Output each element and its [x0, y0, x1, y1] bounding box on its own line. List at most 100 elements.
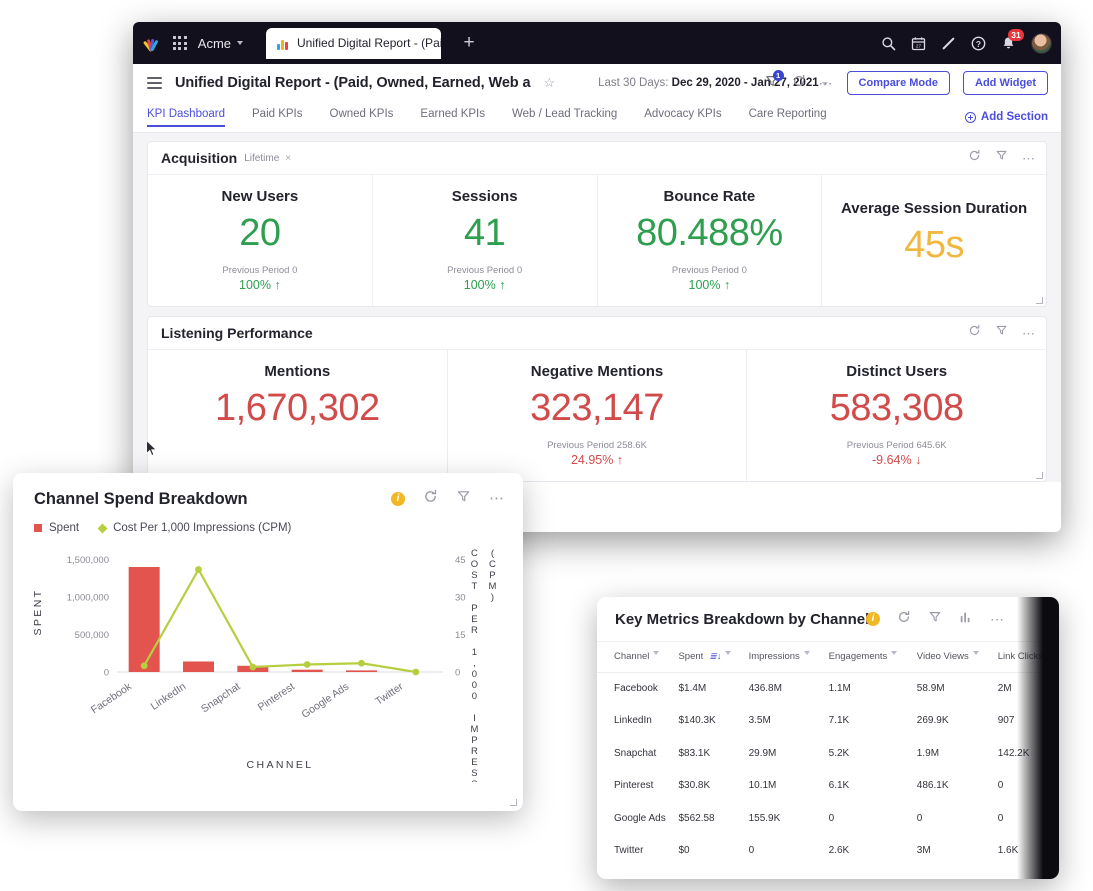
kpi-mentions: Mentions 1,670,302 — [148, 350, 448, 481]
cell-spent: $83.1K — [678, 747, 711, 759]
info-icon[interactable]: i — [866, 612, 880, 626]
filter-icon[interactable] — [928, 610, 942, 629]
report-favicon-icon — [277, 37, 290, 50]
add-widget-button[interactable]: Add Widget — [963, 71, 1048, 95]
resize-handle[interactable] — [1036, 297, 1043, 304]
tab-advocacy-kpis[interactable]: Advocacy KPIs — [644, 108, 721, 127]
tab-earned-kpis[interactable]: Earned KPIs — [420, 108, 485, 127]
column-header-spent[interactable]: Spent ≣↓ — [678, 642, 749, 673]
app-logo-icon — [142, 34, 162, 53]
chart-line-point[interactable] — [303, 661, 311, 668]
tab-kpi-dashboard[interactable]: KPI Dashboard — [147, 108, 225, 127]
chart-bar[interactable] — [291, 669, 323, 672]
filter-icon[interactable] — [456, 489, 471, 509]
cell-channel: Facebook — [614, 682, 658, 694]
refresh-icon[interactable] — [897, 610, 911, 629]
resize-handle[interactable] — [1036, 472, 1043, 479]
chart-line-point[interactable] — [358, 659, 365, 667]
x-axis-tick-label: LinkedIn — [149, 680, 189, 712]
app-switcher-icon[interactable] — [173, 36, 187, 50]
key-metrics-card: Key Metrics Breakdown by Channel i ⋯ Cha… — [597, 597, 1059, 879]
table-row[interactable]: Twitter $0 0 2.6K 3M 1.6K — [597, 835, 1059, 868]
chart-line-point[interactable] — [195, 566, 202, 573]
info-icon[interactable]: i — [391, 492, 405, 506]
browser-tab[interactable]: Unified Digital Report - (Pai — [266, 27, 442, 59]
chart-bar[interactable] — [183, 661, 214, 672]
kpi-value: 323,147 — [530, 387, 664, 429]
favorite-star-icon[interactable]: ☆ — [543, 75, 555, 91]
cell-engagements: 6.1K — [828, 780, 850, 792]
chart-line-point[interactable] — [249, 663, 257, 671]
filter-button[interactable]: 1 — [765, 69, 784, 93]
listening-title: Listening Performance — [161, 325, 313, 341]
bell-icon[interactable]: 31 — [1001, 28, 1024, 51]
more-icon[interactable]: ⋯ — [1022, 152, 1035, 165]
bar-chart-icon[interactable] — [959, 610, 973, 629]
key-metrics-tools: i ⋯ — [866, 610, 1004, 629]
titlebar-right: 27 ? 31 — [881, 22, 1052, 64]
tab-owned-kpis[interactable]: Owned KPIs — [330, 108, 394, 127]
menu-icon[interactable] — [147, 77, 162, 89]
refresh-icon[interactable] — [792, 74, 806, 93]
tab-care-reporting[interactable]: Care Reporting — [749, 108, 827, 127]
table-row[interactable]: Facebook $1.4M 436.8M 1.1M 58.9M 2M — [597, 672, 1059, 705]
filter-icon[interactable] — [995, 324, 1008, 342]
kpi-distinct-users: Distinct Users 583,308 Previous Period 6… — [747, 350, 1046, 481]
column-header-video-views[interactable]: Video Views — [916, 642, 998, 673]
key-metrics-header: Key Metrics Breakdown by Channel i ⋯ — [597, 597, 1059, 642]
table-row[interactable]: Pinterest $30.8K 10.1M 6.1K 486.1K 0 — [597, 770, 1059, 803]
column-header-channel[interactable]: Channel — [597, 642, 679, 673]
cell-engagements: 2.6K — [828, 845, 850, 857]
refresh-icon[interactable] — [968, 324, 981, 342]
resize-handle[interactable] — [510, 799, 517, 806]
kpi-previous: Previous Period 0 — [671, 265, 747, 276]
kpi-label: Distinct Users — [846, 363, 948, 380]
table-row[interactable]: LinkedIn $140.3K 3.5M 7.1K 269.9K 907 — [597, 705, 1059, 738]
column-header-impressions[interactable]: Impressions — [748, 642, 829, 673]
help-icon[interactable]: ? — [971, 36, 986, 51]
spend-card-title: Channel Spend Breakdown — [34, 489, 248, 508]
more-icon[interactable]: ⋯ — [489, 491, 504, 506]
column-header-engagements[interactable]: Engagements — [828, 642, 917, 673]
org-selector[interactable]: Acme — [198, 36, 244, 51]
tab-paid-kpis[interactable]: Paid KPIs — [252, 108, 303, 127]
cell-engagements: 1.1M — [828, 682, 851, 694]
kpi-label: Mentions — [264, 363, 331, 380]
pencil-icon[interactable] — [941, 36, 956, 51]
sort-descending-icon: ≣↓ — [709, 651, 722, 661]
cell-channel: Snapchat — [614, 747, 657, 759]
cell-impressions: 29.9M — [748, 747, 777, 759]
x-axis-tick-label: Twitter — [373, 680, 406, 708]
more-icon[interactable]: ⋯ — [1022, 327, 1035, 340]
avatar[interactable] — [1031, 32, 1052, 54]
kpi-sessions: Sessions 41 Previous Period 0 100% ↑ — [373, 175, 598, 306]
refresh-icon[interactable] — [423, 489, 438, 509]
more-icon[interactable]: ⋯ — [990, 612, 1004, 626]
filter-icon[interactable] — [995, 149, 1008, 167]
chart-bar[interactable] — [128, 567, 160, 672]
key-metrics-title: Key Metrics Breakdown by Channel — [615, 610, 870, 628]
compare-mode-button[interactable]: Compare Mode — [846, 71, 950, 95]
chevron-down-icon — [890, 651, 897, 655]
chart-line-point[interactable] — [412, 668, 420, 676]
listening-kpis: Mentions 1,670,302 Negative Mentions 323… — [148, 350, 1046, 481]
table-row[interactable]: Google Ads $562.58 155.9K 0 0 0 — [597, 803, 1059, 836]
search-icon[interactable] — [881, 36, 896, 51]
plus-circle-icon — [964, 111, 976, 123]
cell-spent: $30.8K — [678, 780, 711, 792]
titlebar-left: Acme Unified Digital Report - (Pai + — [133, 22, 486, 64]
browser-titlebar: Acme Unified Digital Report - (Pai + 27 … — [133, 22, 1061, 64]
report-header-actions: 1 ⋯ Compare Mode Add Widget — [765, 69, 1048, 95]
new-tab-button[interactable]: + — [452, 28, 486, 59]
tab-web-lead-tracking[interactable]: Web / Lead Tracking — [512, 108, 617, 127]
table-row[interactable]: Snapchat $83.1K 29.9M 5.2K 1.9M 142.2K — [597, 738, 1059, 771]
chart-line-point[interactable] — [140, 662, 148, 670]
add-section-button[interactable]: Add Section — [964, 111, 1048, 123]
refresh-icon[interactable] — [968, 149, 981, 167]
calendar-icon[interactable]: 27 — [911, 36, 926, 51]
cell-video_views: 58.9M — [916, 682, 945, 694]
chart-bar[interactable] — [346, 670, 377, 672]
close-icon[interactable]: × — [285, 153, 291, 164]
section-listening-performance: Listening Performance ⋯ Mentions 1,670,3… — [147, 316, 1047, 482]
more-icon[interactable]: ⋯ — [819, 76, 834, 90]
